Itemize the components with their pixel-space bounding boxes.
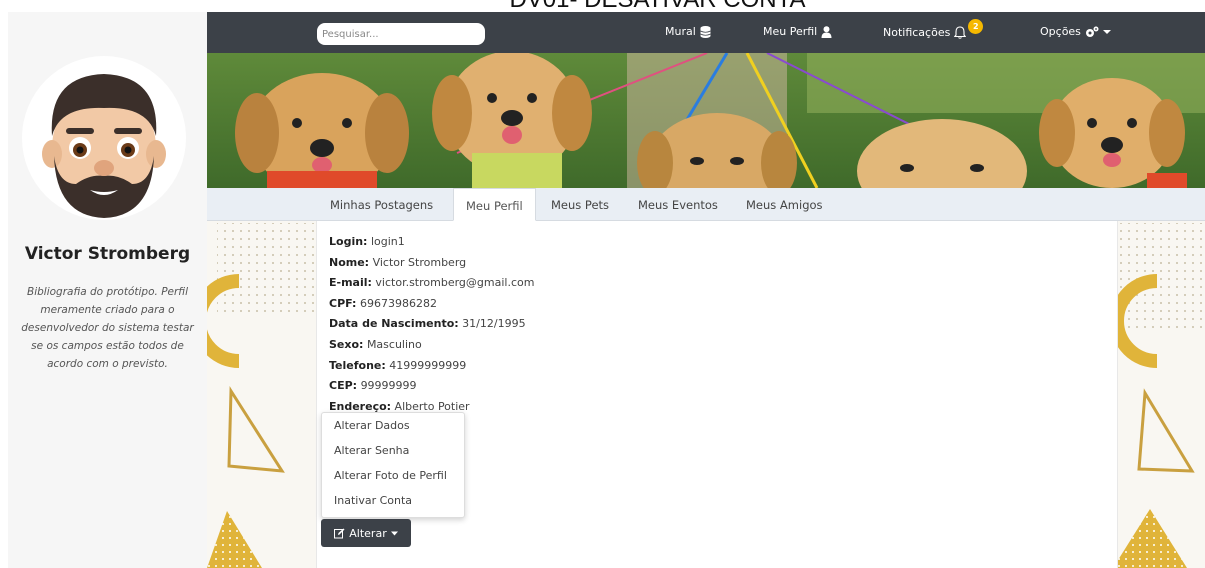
info-sexo: Sexo: Masculino [329, 337, 422, 351]
tab-meus-pets[interactable]: Meus Pets [539, 188, 621, 221]
info-telefone: Telefone: 41999999999 [329, 358, 467, 372]
info-cep: CEP: 99999999 [329, 379, 417, 393]
nav-mural-label: Mural [665, 25, 696, 38]
edit-icon [334, 528, 345, 538]
nav-notificacoes-label: Notificações [883, 26, 951, 39]
info-cpf: CPF: 69673986282 [329, 296, 437, 310]
user-name: Victor Stromberg [24, 244, 191, 264]
bell-icon [954, 26, 967, 39]
page-caption: DV01- DESATIVAR CONTA [0, 0, 1205, 12]
nav-meu-perfil[interactable]: Meu Perfil [763, 25, 832, 38]
tab-meus-amigos[interactable]: Meus Amigos [734, 188, 835, 221]
nav-meu-perfil-label: Meu Perfil [763, 25, 818, 38]
caret-down-icon [390, 531, 398, 535]
info-login: Login: login1 [329, 235, 405, 248]
alter-button[interactable]: Alterar [321, 519, 411, 547]
avatar[interactable] [22, 56, 186, 220]
menu-item-alterar-senha[interactable]: Alterar Senha [322, 438, 464, 463]
profile-tabs: Minhas Postagens Meu Perfil Meus Pets Me… [207, 188, 1205, 221]
tab-meus-eventos[interactable]: Meus Eventos [626, 188, 730, 221]
profile-info: Login: login1 Nome: Victor Stromberg E-m… [329, 235, 749, 420]
puppies-cover-image [207, 53, 1205, 188]
info-nome: Nome: Victor Stromberg [329, 255, 467, 269]
sidebar: Victor Stromberg Bibliografia do protóti… [8, 12, 207, 568]
info-data-nascimento: Data de Nascimento: 31/12/1995 [329, 317, 526, 331]
menu-item-alterar-dados[interactable]: Alterar Dados [322, 413, 464, 438]
cover-banner [207, 53, 1205, 188]
top-navbar: Mural Meu Perfil Notificações 2 Opções [207, 12, 1205, 53]
user-bio: Bibliografia do protótipo. Perfil merame… [21, 286, 194, 370]
alter-button-label: Alterar [349, 526, 387, 540]
alter-dropdown-menu: Alterar Dados Alterar Senha Alterar Foto… [321, 412, 465, 518]
nav-opcoes[interactable]: Opções [1040, 25, 1111, 38]
user-icon [821, 25, 832, 38]
tab-meu-perfil[interactable]: Meu Perfil [453, 188, 536, 221]
nav-notificacoes[interactable]: Notificações 2 [883, 19, 984, 40]
caret-down-icon [1102, 29, 1111, 34]
notification-count-badge: 2 [968, 19, 984, 34]
menu-item-inativar-conta[interactable]: Inativar Conta [322, 488, 464, 513]
tab-minhas-postagens[interactable]: Minhas Postagens [318, 188, 445, 221]
avatar-emoji-icon [42, 74, 166, 218]
nav-opcoes-label: Opções [1040, 25, 1081, 38]
nav-mural[interactable]: Mural [665, 25, 711, 38]
info-email: E-mail: victor.stromberg@gmail.com [329, 276, 535, 290]
search-input[interactable] [317, 23, 485, 45]
database-icon [700, 25, 711, 38]
menu-item-alterar-foto[interactable]: Alterar Foto de Perfil [322, 463, 464, 488]
gears-icon [1085, 26, 1099, 37]
